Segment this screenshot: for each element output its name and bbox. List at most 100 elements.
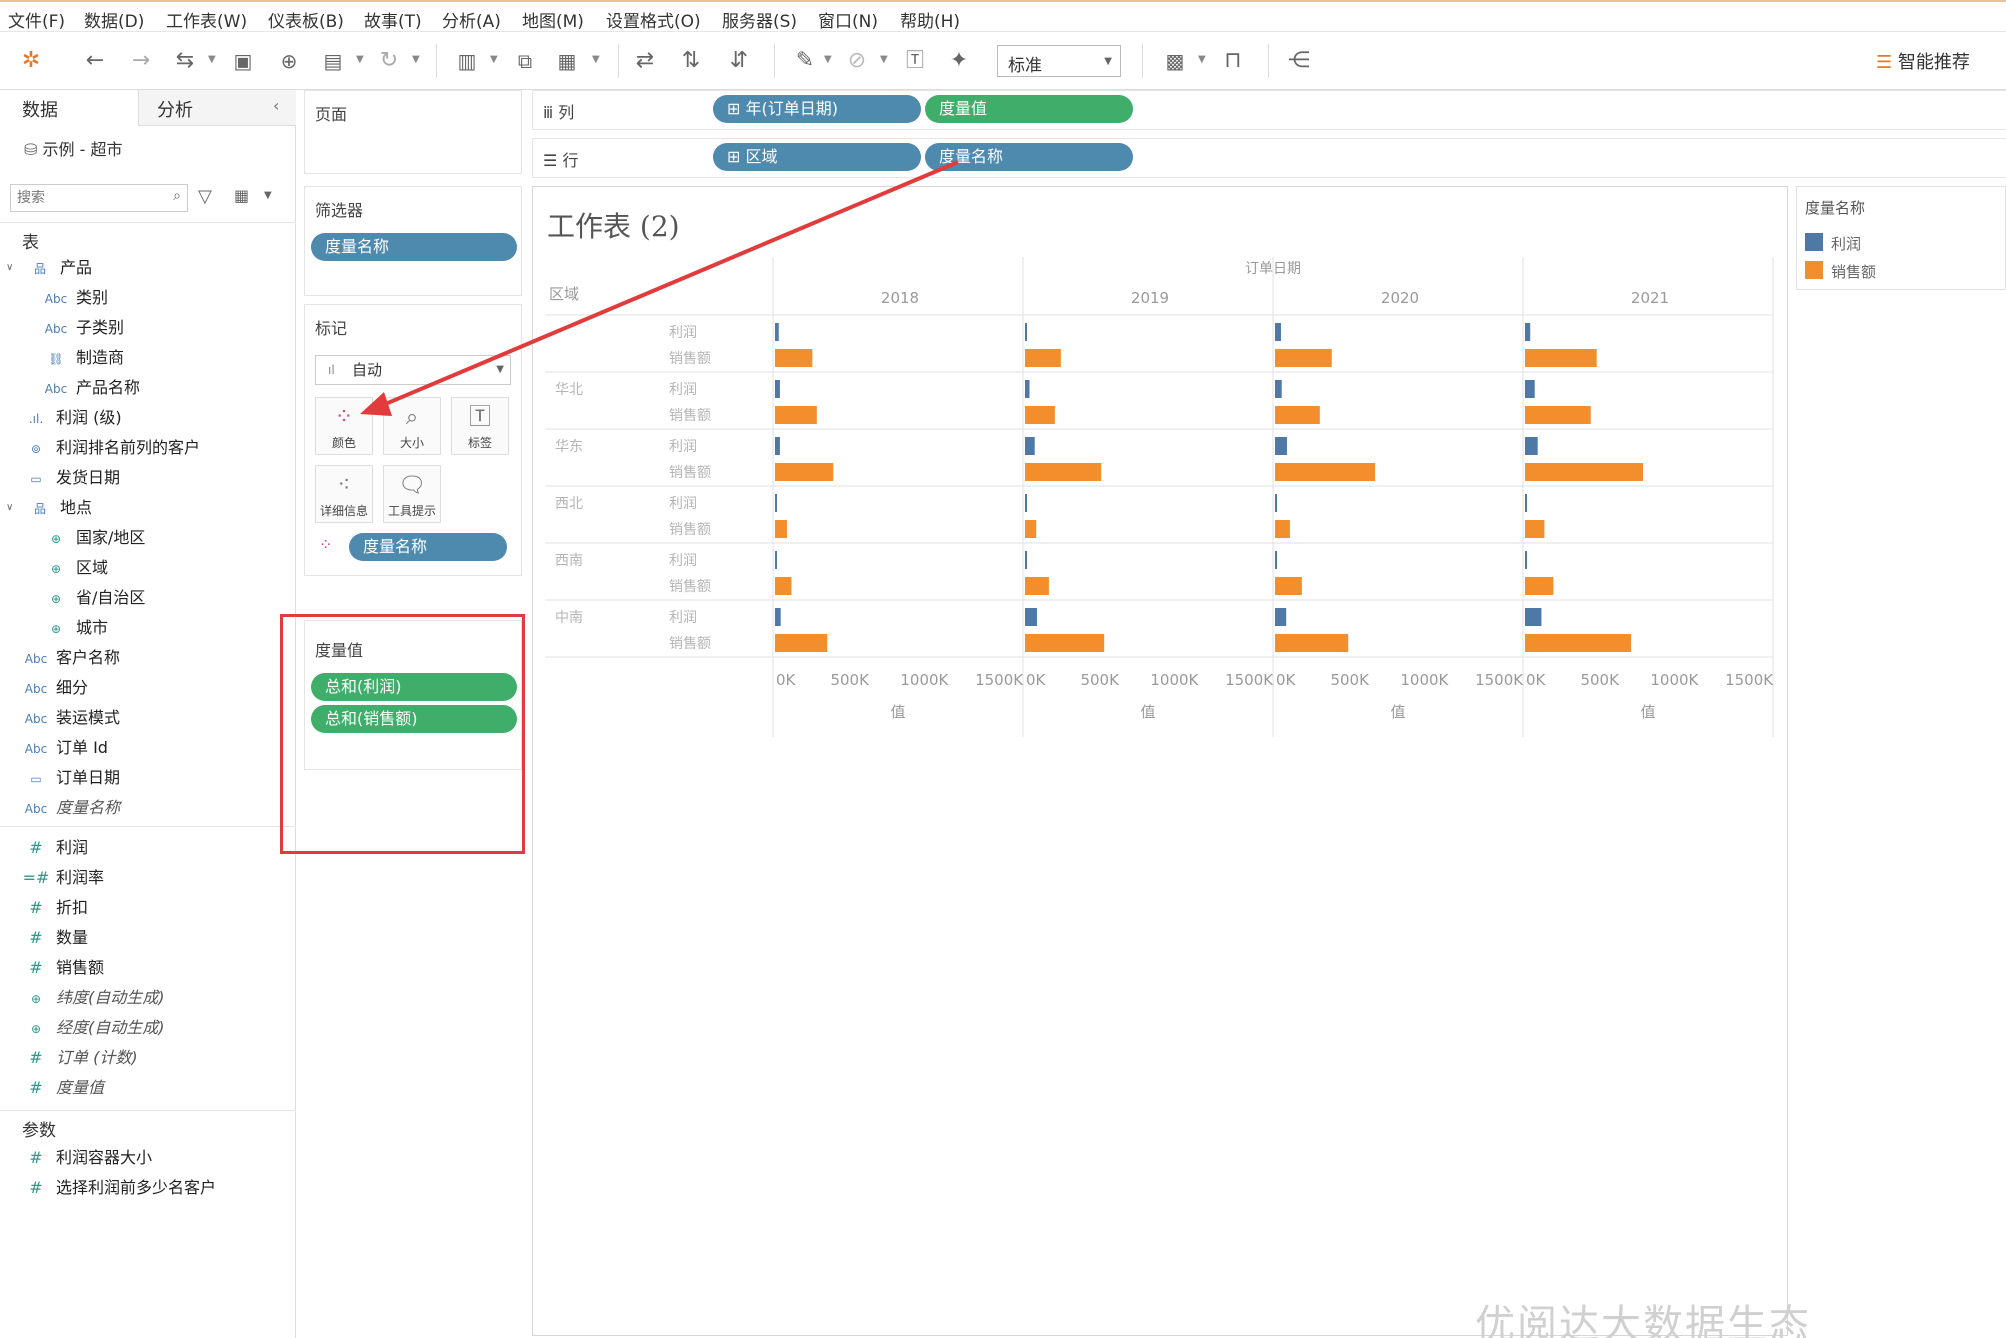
refresh-icon[interactable]: ↻ bbox=[374, 46, 404, 76]
field-city[interactable]: ⊕ 城市 bbox=[42, 614, 108, 642]
expand-icon[interactable]: ∨ bbox=[6, 494, 13, 522]
menu-map[interactable]: 地图(M) bbox=[522, 7, 584, 32]
tab-data[interactable]: 数据 bbox=[0, 90, 138, 126]
field-province[interactable]: ⊕ 省/自治区 bbox=[42, 584, 145, 612]
datasource-item[interactable]: ⛁ 示例 - 超市 bbox=[24, 136, 122, 160]
clear-sheet-icon[interactable]: ▦ bbox=[552, 46, 582, 76]
field-ship-mode[interactable]: Abc 装运模式 bbox=[22, 704, 120, 732]
field-product-name[interactable]: Abc 产品名称 bbox=[42, 374, 140, 402]
group-dropdown-icon[interactable]: ▼ bbox=[880, 54, 888, 65]
field-profit-ratio[interactable]: =# 利润率 bbox=[22, 864, 104, 892]
columns-pill-year[interactable]: ⊞ 年(订单日期) bbox=[713, 95, 921, 123]
menu-server[interactable]: 服务器(S) bbox=[722, 7, 797, 32]
field-latitude[interactable]: ⊕ 纬度(自动生成) bbox=[22, 984, 165, 1012]
menu-file[interactable]: 文件(F) bbox=[8, 7, 65, 32]
field-customer-name[interactable]: Abc 客户名称 bbox=[22, 644, 120, 672]
field-order-count[interactable]: # 订单 (计数) bbox=[22, 1044, 137, 1072]
new-worksheet-icon[interactable]: ▥ bbox=[452, 46, 482, 76]
pause-update-icon[interactable]: ▤ bbox=[318, 46, 348, 76]
highlight-icon[interactable]: ✎ bbox=[790, 46, 820, 76]
field-discount[interactable]: # 折扣 bbox=[22, 894, 88, 922]
rows-pill-measure-names[interactable]: 度量名称 bbox=[925, 143, 1133, 171]
field-category[interactable]: Abc 类别 bbox=[42, 284, 108, 312]
view-options-icon[interactable]: ▦ bbox=[234, 186, 249, 205]
mark-label-button[interactable]: 🅃 标签 bbox=[451, 397, 509, 455]
expand-icon[interactable]: ∨ bbox=[6, 254, 13, 282]
collapse-icon[interactable]: ‹ bbox=[273, 96, 279, 115]
param-top-customers[interactable]: # 选择利润前多少名客户 bbox=[22, 1174, 216, 1202]
pause-dropdown-icon[interactable]: ▼ bbox=[356, 54, 364, 65]
menu-story[interactable]: 故事(T) bbox=[364, 7, 422, 32]
menu-worksheet[interactable]: 工作表(W) bbox=[166, 7, 247, 32]
columns-shelf[interactable]: ⅲ 列 ⊞ 年(订单日期) 度量值 bbox=[532, 90, 2006, 130]
refresh-dropdown-icon[interactable]: ▼ bbox=[412, 54, 420, 65]
tableau-logo-icon[interactable]: ✲ bbox=[16, 46, 46, 76]
redo-icon[interactable]: → bbox=[126, 46, 156, 76]
show-cards-icon[interactable]: ▩ bbox=[1160, 46, 1190, 76]
field-manufacturer[interactable]: ⛓ 制造商 bbox=[42, 344, 124, 372]
menu-dashboard[interactable]: 仪表板(B) bbox=[268, 7, 344, 32]
menu-analysis[interactable]: 分析(A) bbox=[442, 7, 501, 32]
field-region[interactable]: ⊕ 区域 bbox=[42, 554, 108, 582]
show-cards-dropdown-icon[interactable]: ▼ bbox=[1198, 54, 1206, 65]
share-icon[interactable]: ⋲ bbox=[1284, 46, 1314, 76]
field-ship-date[interactable]: ▭ 发货日期 bbox=[22, 464, 120, 492]
field-order-id[interactable]: Abc 订单 Id bbox=[22, 734, 108, 762]
field-profit-bin[interactable]: .ıl. 利润 (级) bbox=[22, 404, 122, 432]
menu-format[interactable]: 设置格式(O) bbox=[606, 7, 701, 32]
group-icon[interactable]: ⊘ bbox=[842, 46, 872, 76]
mark-tooltip-button[interactable]: 🗨 工具提示 bbox=[383, 465, 441, 523]
field-measure-names[interactable]: Abc 度量名称 bbox=[22, 794, 120, 822]
pages-shelf[interactable]: 页面 bbox=[304, 90, 522, 174]
mark-size-button[interactable]: ⌕ 大小 bbox=[383, 397, 441, 455]
pin-icon[interactable]: ✦ bbox=[944, 46, 974, 76]
field-subcategory[interactable]: Abc 子类别 bbox=[42, 314, 124, 342]
field-hierarchy-location[interactable]: ∨ 品地点 bbox=[6, 494, 92, 522]
view-options-dropdown-icon[interactable]: ▼ bbox=[264, 190, 272, 201]
worksheet-canvas[interactable]: 工作表 (2) 订单日期 区域 2018 0K 500K 1000K 1500K 值 2019 0… bbox=[532, 186, 1788, 1336]
swap-icon[interactable]: ⇄ bbox=[630, 46, 660, 76]
mark-color-button[interactable]: ⁘ 颜色 bbox=[315, 397, 373, 455]
new-worksheet-dropdown-icon[interactable]: ▼ bbox=[490, 54, 498, 65]
field-longitude[interactable]: ⊕ 经度(自动生成) bbox=[22, 1014, 165, 1042]
menu-window[interactable]: 窗口(N) bbox=[818, 7, 878, 32]
param-profit-bin-size[interactable]: # 利润容器大小 bbox=[22, 1144, 152, 1172]
sort-ascending-icon[interactable]: ⇅ bbox=[676, 46, 706, 76]
field-country[interactable]: ⊕ 国家/地区 bbox=[42, 524, 145, 552]
sort-descending-icon[interactable]: ⇵ bbox=[724, 46, 754, 76]
field-order-date[interactable]: ▭ 订单日期 bbox=[22, 764, 120, 792]
rows-pill-region[interactable]: ⊞ 区域 bbox=[713, 143, 921, 171]
undo-icon[interactable]: ← bbox=[80, 46, 110, 76]
menu-help[interactable]: 帮助(H) bbox=[900, 7, 960, 32]
color-pill-measure-names[interactable]: 度量名称 bbox=[349, 533, 507, 561]
show-labels-icon[interactable]: 🅃 bbox=[900, 46, 930, 76]
filter-icon[interactable]: ▽ bbox=[198, 186, 212, 207]
field-hierarchy-product[interactable]: ∨ 品产品 bbox=[6, 254, 92, 282]
save-icon[interactable]: ▣ bbox=[228, 46, 258, 76]
mark-type-select[interactable]: ıl 自动 ▼ bbox=[315, 355, 511, 385]
clear-dropdown-icon[interactable]: ▼ bbox=[592, 54, 600, 65]
field-quantity[interactable]: # 数量 bbox=[22, 924, 88, 952]
rows-shelf[interactable]: ☰ 行 ⊞ 区域 度量名称 bbox=[532, 138, 2006, 178]
duplicate-icon[interactable]: ⧉ bbox=[510, 46, 540, 76]
field-profit[interactable]: # 利润 bbox=[22, 834, 88, 862]
search-input[interactable] bbox=[11, 185, 151, 211]
show-me-button[interactable]: ☰ 智能推荐 bbox=[1876, 48, 1970, 74]
replay-icon[interactable]: ⇆ bbox=[170, 46, 200, 76]
tab-analysis[interactable]: 分析 ‹ bbox=[138, 90, 296, 126]
columns-pill-measure-values[interactable]: 度量值 bbox=[925, 95, 1133, 123]
replay-dropdown-icon[interactable]: ▼ bbox=[208, 54, 216, 65]
fit-select[interactable]: 标准 ▼ bbox=[997, 45, 1121, 77]
search-field[interactable]: ⌕ bbox=[10, 184, 188, 212]
field-segment[interactable]: Abc 细分 bbox=[22, 674, 88, 702]
filter-pill-measure-names[interactable]: 度量名称 bbox=[311, 233, 517, 261]
presentation-icon[interactable]: ⊓ bbox=[1218, 46, 1248, 76]
filters-shelf[interactable]: 筛选器 度量名称 bbox=[304, 186, 522, 296]
color-legend[interactable]: 度量名称 利润 销售额 bbox=[1796, 186, 2006, 290]
field-sales[interactable]: # 销售额 bbox=[22, 954, 104, 982]
highlight-dropdown-icon[interactable]: ▼ bbox=[824, 54, 832, 65]
field-measure-values[interactable]: # 度量值 bbox=[22, 1074, 104, 1102]
menu-data[interactable]: 数据(D) bbox=[84, 7, 144, 32]
field-top-customers-set[interactable]: ⊚ 利润排名前列的客户 bbox=[22, 434, 200, 462]
mark-detail-button[interactable]: ⁖ 详细信息 bbox=[315, 465, 373, 523]
